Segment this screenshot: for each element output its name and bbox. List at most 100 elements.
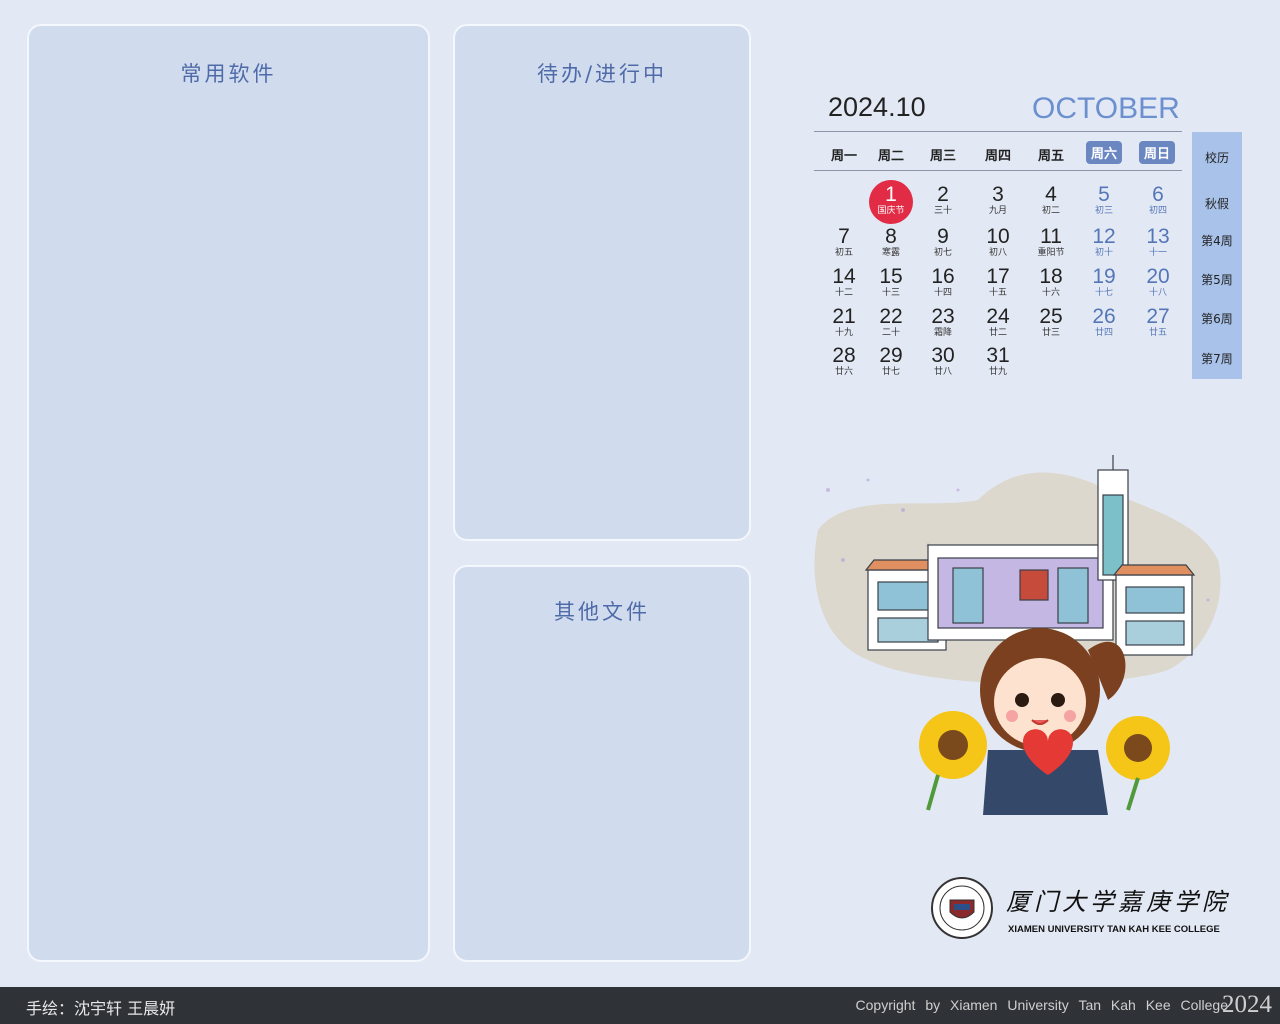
calendar-day: 24 廿二 [976, 306, 1020, 339]
calendar-day-number: 3 [992, 183, 1004, 206]
calendar-day-lunar: 重阳节 [1037, 248, 1065, 258]
calendar-day-lunar: 廿六 [834, 367, 853, 377]
calendar-day-number: 18 [1039, 265, 1063, 288]
calendar-day-lunar: 廿七 [881, 367, 900, 377]
calendar-day-number: 19 [1092, 265, 1116, 288]
footer-bar: 手绘：沈宇轩 王晨妍 Copyright by Xiamen Universit… [0, 987, 1280, 1024]
calendar-day-number: 5 [1098, 183, 1110, 206]
calendar-day-number: 9 [937, 225, 949, 248]
calendar-day-lunar: 寒露 [881, 248, 900, 258]
calendar-day-lunar: 十四 [933, 288, 952, 298]
college-name-cn: 厦门大学嘉庚学院 [1006, 888, 1230, 916]
calendar-day-lunar: 十九 [834, 328, 853, 338]
calendar-day: 14 十二 [822, 266, 866, 299]
calendar-day-lunar: 十八 [1148, 288, 1167, 298]
calendar-day: 18 十六 [1029, 266, 1073, 299]
college-name-en: XIAMEN UNIVERSITY TAN KAH KEE COLLEGE [1008, 924, 1220, 935]
calendar-day-number: 8 [885, 225, 897, 248]
calendar-day: 13 十一 [1136, 226, 1180, 259]
calendar-day-lunar: 初四 [1148, 206, 1167, 216]
calendar-day-lunar: 初三 [1094, 206, 1113, 216]
calendar-day: 25 廿三 [1029, 306, 1073, 339]
calendar-day: 27 廿五 [1136, 306, 1180, 339]
footer-year: 2024 [1222, 991, 1272, 1018]
calendar-day: 28 廿六 [822, 345, 866, 378]
weekday-sat: 周六 [1086, 141, 1122, 164]
calendar-day-lunar: 廿三 [1041, 328, 1060, 338]
calendar-day: 19 十七 [1082, 266, 1126, 299]
school-calendar-sidebar: 校历 秋假 第4周 第5周 第6周 第7周 [1192, 132, 1242, 379]
calendar-day-lunar: 九月 [988, 206, 1007, 216]
calendar-day-number: 22 [879, 305, 903, 328]
calendar-day-lunar: 廿八 [933, 367, 952, 377]
calendar-day: 2 三十 [921, 184, 965, 217]
calendar-day-number: 17 [986, 265, 1010, 288]
calendar-day-lunar: 十五 [988, 288, 1007, 298]
calendar-day-number: 26 [1092, 305, 1116, 328]
weekday-wed: 周三 [929, 149, 956, 164]
calendar-year-month: 2024.10 [828, 92, 926, 122]
footer-credit: 手绘：沈宇轩 王晨妍 [26, 999, 176, 1018]
software-panel[interactable]: 常用软件 [27, 24, 430, 962]
calendar-day: 7 初五 [822, 226, 866, 259]
calendar-day-number: 2 [937, 183, 949, 206]
calendar-day-number: 14 [832, 265, 856, 288]
campus-illustration [814, 455, 1221, 815]
calendar-day: 9 初七 [921, 226, 965, 259]
calendar-day: 21 十九 [822, 306, 866, 339]
calendar-day: 12 初十 [1082, 226, 1126, 259]
calendar-day: 23 霜降 [921, 306, 965, 339]
calendar-day-number: 29 [879, 344, 903, 367]
calendar-day: 6 初四 [1136, 184, 1180, 217]
calendar-day-number: 13 [1146, 225, 1170, 248]
calendar-day: 1 国庆节 [869, 184, 913, 217]
calendar-day-lunar: 霜降 [933, 328, 952, 338]
calendar-day: 15 十三 [869, 266, 913, 299]
weekday-fri: 周五 [1037, 149, 1064, 164]
side-label-autumn-break: 秋假 [1204, 197, 1229, 211]
weekday-mon: 周一 [830, 149, 857, 164]
side-label-week-5: 第5周 [1201, 273, 1233, 287]
sunflower-right-icon [1106, 716, 1170, 811]
side-label-school-calendar: 校历 [1204, 151, 1229, 165]
calendar-day-lunar: 初五 [834, 248, 853, 258]
calendar-day: 16 十四 [921, 266, 965, 299]
sunflower-left-icon [919, 711, 987, 811]
calendar-day-lunar: 初十 [1094, 248, 1113, 258]
side-label-week-4: 第4周 [1201, 234, 1233, 248]
calendar-day-number: 1 [885, 183, 897, 206]
calendar-divider-bottom [814, 170, 1182, 171]
calendar-day-number: 4 [1045, 183, 1057, 206]
calendar-day: 10 初八 [976, 226, 1020, 259]
calendar-day: 22 二十 [869, 306, 913, 339]
calendar-day: 26 廿四 [1082, 306, 1126, 339]
calendar-day-lunar: 初七 [933, 248, 952, 258]
todo-panel[interactable]: 待办/进行中 [453, 24, 751, 541]
weekday-sun: 周日 [1139, 141, 1175, 164]
calendar-day-number: 10 [986, 225, 1010, 248]
calendar-day-number: 25 [1039, 305, 1063, 328]
calendar-day-number: 15 [879, 265, 903, 288]
calendar-day-number: 16 [931, 265, 955, 288]
calendar-day-number: 7 [838, 225, 850, 248]
calendar-day-lunar: 十一 [1148, 248, 1167, 258]
weekday-tue: 周二 [877, 149, 904, 164]
calendar-day-number: 6 [1152, 183, 1164, 206]
calendar-day-number: 20 [1146, 265, 1170, 288]
calendar-day: 4 初二 [1029, 184, 1073, 217]
calendar-day-lunar: 廿二 [988, 328, 1007, 338]
calendar-day-lunar: 十六 [1041, 288, 1060, 298]
calendar-day-number: 12 [1092, 225, 1116, 248]
other-files-panel[interactable]: 其他文件 [453, 565, 751, 962]
weekday-thu: 周四 [984, 149, 1011, 164]
calendar-day-number: 27 [1146, 305, 1170, 328]
calendar-day-lunar: 二十 [881, 328, 900, 338]
footer-copyright: Copyright by Xiamen University Tan Kah K… [855, 997, 1228, 1013]
calendar-day-lunar: 十七 [1094, 288, 1113, 298]
calendar-day: 29 廿七 [869, 345, 913, 378]
calendar-day-lunar: 初二 [1041, 206, 1060, 216]
girl-character-icon [980, 628, 1126, 815]
software-panel-title: 常用软件 [180, 62, 277, 86]
calendar-day-lunar: 廿九 [988, 367, 1007, 377]
calendar-day: 17 十五 [976, 266, 1020, 299]
